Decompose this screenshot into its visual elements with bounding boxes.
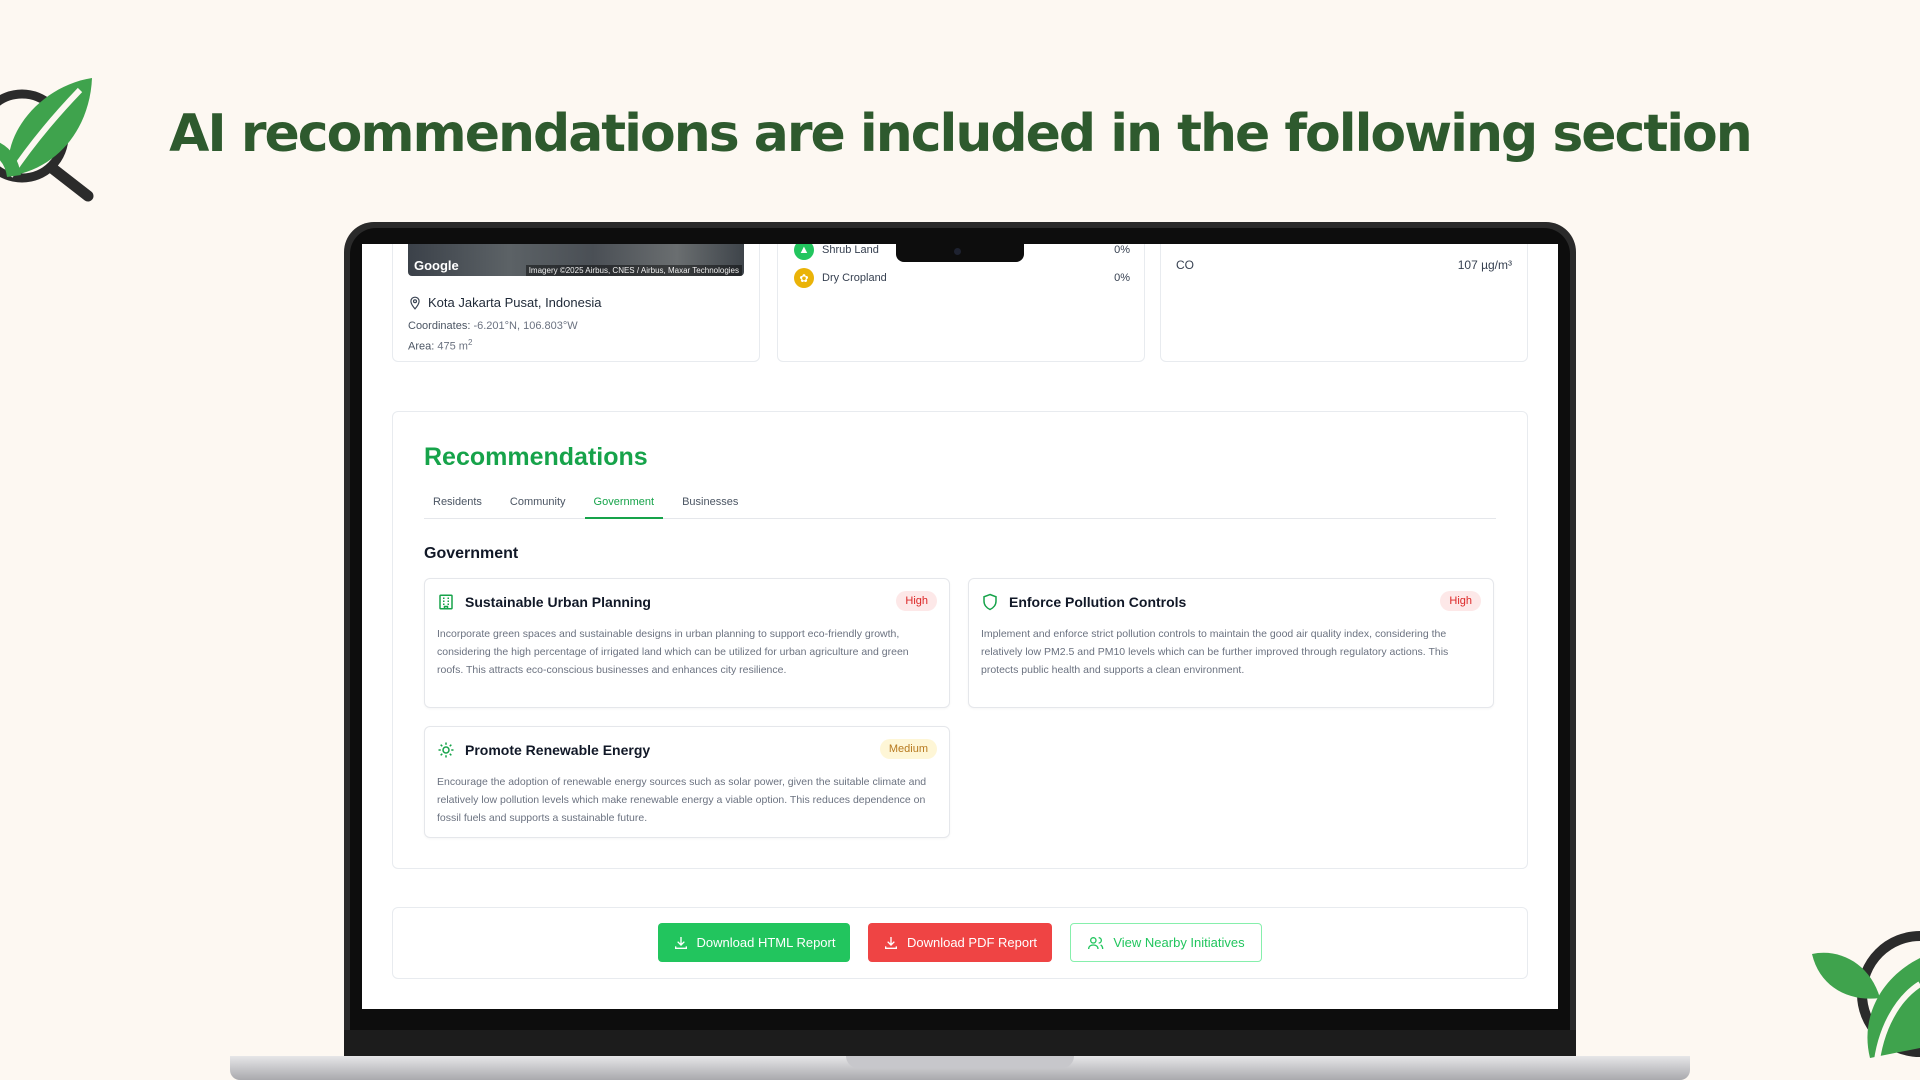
area-label: Area:: [408, 340, 435, 353]
building-icon: [439, 594, 453, 610]
recommendation-tabs: Residents Community Government Businesse…: [424, 494, 1496, 519]
shrub-icon: ▲: [794, 244, 814, 260]
sun-icon: [438, 742, 454, 758]
tab-businesses[interactable]: Businesses: [673, 494, 747, 519]
download-pdf-button[interactable]: Download PDF Report: [868, 923, 1052, 962]
land-cover-label: Dry Cropland: [822, 272, 887, 284]
download-icon: [674, 936, 687, 949]
recommendation-description: Encourage the adoption of renewable ener…: [437, 776, 927, 824]
camera-notch: [896, 244, 1024, 262]
tab-community[interactable]: Community: [501, 494, 575, 519]
map-credit: Imagery ©2025 Airbus, CNES / Airbus, Max…: [525, 265, 742, 276]
view-nearby-label: View Nearby Initiatives: [1113, 935, 1245, 950]
view-nearby-button[interactable]: View Nearby Initiatives: [1070, 923, 1262, 962]
cropland-icon: ✿: [794, 268, 814, 288]
download-html-label: Download HTML Report: [696, 935, 836, 950]
users-icon: [1088, 936, 1104, 949]
pollutant-value: 107 µg/m³: [1457, 258, 1512, 272]
leaf-search-logo-icon: [0, 78, 94, 202]
recommendation-description: Implement and enforce strict pollution c…: [981, 628, 1449, 676]
recommendation-card: Promote Renewable Energy Medium Encourag…: [424, 726, 950, 838]
location-name: Kota Jakarta Pusat, Indonesia: [428, 295, 602, 310]
laptop-hinge: [344, 1030, 1576, 1056]
shield-icon: [983, 593, 997, 611]
priority-badge: High: [896, 591, 937, 611]
recommendation-title: Promote Renewable Energy: [465, 742, 651, 758]
recommendations-title: Recommendations: [424, 443, 648, 471]
download-html-button[interactable]: Download HTML Report: [658, 923, 850, 962]
pollutant-label: CO: [1176, 258, 1194, 272]
map-logo: Google: [414, 258, 459, 273]
priority-badge: Medium: [879, 739, 937, 759]
leaf-logo-icon: [1812, 931, 1920, 1069]
map-pin-icon: [410, 296, 420, 310]
section-heading: Government: [424, 545, 519, 562]
land-cover-value: 0%: [1114, 272, 1130, 284]
area-value: 475 m: [437, 340, 468, 353]
download-icon: [884, 936, 897, 949]
air-quality-row: CO 107 µg/m³: [1176, 258, 1512, 272]
land-cover-value: 0%: [1114, 244, 1130, 256]
area-unit-sup: 2: [467, 338, 473, 347]
coordinates-line: Coordinates: -6.201°N, 106.803°W: [408, 320, 578, 332]
area-line: Area: 475 m2: [408, 338, 472, 353]
camera-icon: [954, 248, 961, 255]
location-row: Kota Jakarta Pusat, Indonesia: [408, 295, 601, 310]
coordinates-value: -6.201°N, 106.803°W: [473, 320, 578, 332]
priority-badge: High: [1440, 591, 1481, 611]
satellite-map[interactable]: Google Imagery ©2025 Airbus, CNES / Airb…: [408, 244, 744, 276]
tab-government[interactable]: Government: [584, 494, 664, 519]
headline: AI recommendations are included in the f…: [169, 104, 1753, 164]
recommendation-card: Enforce Pollution Controls High Implemen…: [968, 578, 1494, 708]
recommendation-title: Enforce Pollution Controls: [1009, 594, 1187, 610]
recommendation-card: Sustainable Urban Planning High Incorpor…: [424, 578, 950, 708]
coordinates-label: Coordinates:: [408, 320, 471, 332]
app-screen: Google Imagery ©2025 Airbus, CNES / Airb…: [362, 244, 1558, 1009]
laptop-groove: [846, 1056, 1074, 1068]
download-pdf-label: Download PDF Report: [906, 935, 1038, 950]
recommendation-description: Incorporate green spaces and sustainable…: [437, 628, 909, 676]
recommendation-title: Sustainable Urban Planning: [465, 594, 651, 610]
laptop-base: [230, 1056, 1690, 1080]
tab-residents[interactable]: Residents: [424, 494, 491, 519]
land-cover-row: ✿ Dry Cropland 0%: [794, 268, 1130, 288]
land-cover-label: Shrub Land: [822, 244, 879, 256]
